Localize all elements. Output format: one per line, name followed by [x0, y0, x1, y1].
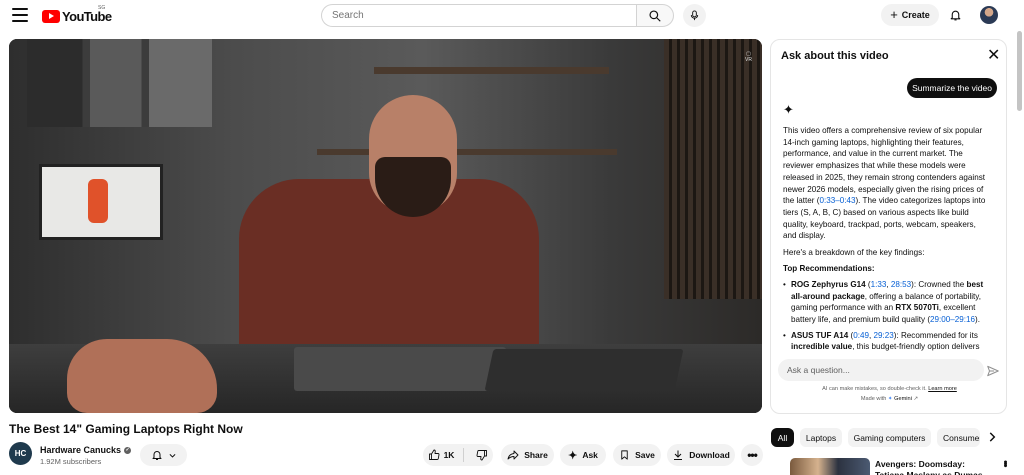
timestamp-link[interactable]: 29:00–29:16	[930, 315, 975, 324]
close-icon[interactable]: ✕	[987, 48, 1000, 64]
summary-paragraph: This video offers a comprehensive review…	[783, 126, 986, 241]
logo-region-code: SG	[98, 5, 106, 11]
ask-button[interactable]: ✦ Ask	[560, 444, 606, 466]
thumbs-up-icon	[428, 449, 440, 460]
timestamp-link[interactable]: 0:49	[853, 331, 869, 340]
panel-title: Ask about this video	[781, 50, 889, 62]
microphone-icon	[690, 10, 699, 21]
ai-disclaimer: AI can make mistakes, so double-check it…	[822, 386, 957, 392]
bell-icon	[152, 451, 161, 460]
chip-all[interactable]: All	[771, 428, 794, 447]
share-icon	[507, 450, 519, 460]
ask-question-input[interactable]	[778, 359, 984, 381]
share-button[interactable]: Share	[501, 444, 554, 466]
summarize-video-button[interactable]: Summarize the video	[907, 78, 997, 98]
channel-name[interactable]: Hardware Canucks ✓	[40, 445, 132, 455]
sparkle-icon: ✦	[568, 449, 578, 462]
vr-badge: ▢ VR	[745, 51, 752, 63]
download-button[interactable]: Download	[667, 444, 735, 466]
search-input[interactable]	[322, 5, 637, 26]
notification-preferences-button[interactable]	[140, 444, 187, 466]
download-icon	[674, 450, 683, 460]
chevron-right-icon[interactable]	[985, 430, 999, 444]
timestamp-link[interactable]: 0:33–0:43	[819, 196, 855, 205]
create-button[interactable]: + Create	[881, 4, 939, 26]
verified-icon: ✓	[124, 446, 132, 454]
voice-search-button[interactable]	[683, 4, 706, 27]
guide-menu-button[interactable]	[12, 8, 28, 22]
recommended-video-thumbnail[interactable]	[790, 458, 870, 475]
notifications-button[interactable]	[945, 5, 965, 25]
channel-avatar[interactable]: HC	[9, 442, 32, 465]
gemini-sparkle-icon: ✦	[783, 102, 794, 117]
create-label: Create	[901, 10, 930, 20]
plus-icon: +	[890, 7, 898, 22]
gemini-icon: ✦	[887, 396, 893, 402]
search-button[interactable]	[636, 4, 674, 27]
summary-heading: Top Recommendations:	[783, 263, 875, 273]
search-icon	[649, 9, 661, 22]
more-actions-button[interactable]: •••	[741, 444, 763, 466]
chip-gaming-computers[interactable]: Gaming computers	[848, 428, 931, 447]
timestamp-link[interactable]: 28:53	[891, 280, 911, 289]
youtube-play-icon	[42, 9, 60, 23]
like-count: 1K	[443, 450, 455, 460]
account-avatar[interactable]	[980, 6, 998, 24]
video-player[interactable]: ▢ VR	[9, 39, 762, 413]
page-scrollbar[interactable]	[1017, 31, 1022, 111]
list-item: ASUS TUF A14 (0:49, 29:23): Recommended …	[783, 330, 989, 353]
gemini-link[interactable]: Gemini	[894, 396, 912, 402]
chip-consumer[interactable]: Consumer	[937, 428, 980, 447]
recommended-video-title[interactable]: Avengers: Doomsday: Tatiana Maslany as D…	[875, 459, 995, 475]
more-vertical-icon[interactable]: •••	[999, 460, 1011, 466]
chip-laptops[interactable]: Laptops	[800, 428, 842, 447]
recommendation-list: ROG Zephyrus G14 (1:33, 28:53): Crowned …	[783, 279, 989, 353]
bookmark-icon	[621, 450, 628, 460]
video-title: The Best 14" Gaming Laptops Right Now	[9, 422, 243, 436]
ask-input-container	[778, 359, 984, 381]
timestamp-link[interactable]: 1:33	[871, 280, 887, 289]
timestamp-link[interactable]: 29:23	[873, 331, 893, 340]
external-link-icon: ↗	[913, 396, 919, 402]
like-dislike-group: 1K	[423, 444, 493, 466]
learn-more-link[interactable]: Learn more	[928, 386, 957, 392]
chevron-down-icon	[169, 453, 175, 458]
search-box	[321, 4, 637, 27]
youtube-logo[interactable]: YouTube	[42, 9, 112, 24]
subscriber-count: 1.92M subscribers	[40, 457, 102, 466]
like-button[interactable]: 1K	[428, 448, 465, 462]
list-item: ROG Zephyrus G14 (1:33, 28:53): Crowned …	[783, 279, 989, 326]
summary-paragraph: Here's a breakdown of the key findings:	[783, 247, 925, 257]
more-horizontal-icon: •••	[747, 448, 758, 462]
send-icon[interactable]	[986, 364, 1000, 378]
save-button[interactable]: Save	[613, 444, 661, 466]
bell-icon	[950, 10, 960, 21]
dislike-button[interactable]	[469, 449, 488, 461]
made-with-gemini: Made with ✦ Gemini ↗	[860, 396, 919, 402]
masthead: YouTube SG + Create	[0, 0, 1024, 32]
ai-summary: This video offers a comprehensive review…	[783, 125, 989, 355]
ask-about-video-panel: Ask about this video ✕ Summarize the vid…	[770, 39, 1007, 414]
thumbs-down-icon	[476, 450, 488, 461]
